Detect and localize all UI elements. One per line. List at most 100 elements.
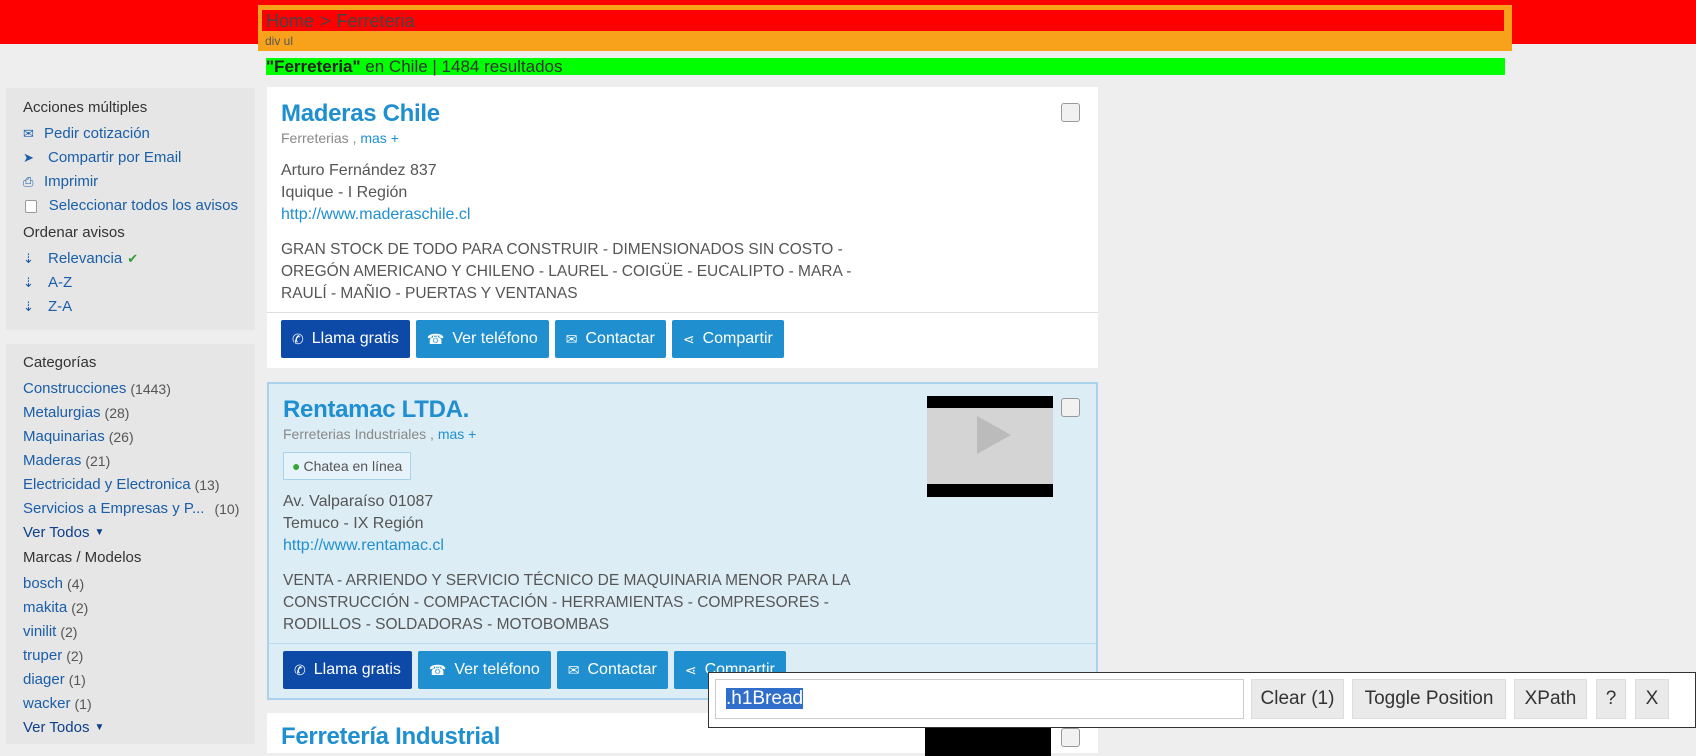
- call-free-label: Llama gratis: [311, 330, 399, 347]
- category-label: Maquinarias: [23, 428, 105, 445]
- categories-title: Categorías: [23, 354, 97, 371]
- contact-label: Contactar: [587, 661, 657, 678]
- envelope-icon: ✉: [567, 661, 580, 678]
- brands-see-all[interactable]: Ver Todos ▼: [23, 716, 238, 740]
- print-link[interactable]: ⎙ Imprimir: [23, 170, 238, 194]
- website-link[interactable]: http://www.rentamac.cl: [283, 535, 444, 557]
- sort-relevance[interactable]: ⇣ Relevancia ✔: [23, 247, 238, 271]
- listing-checkbox[interactable]: [1061, 398, 1080, 417]
- listing-checkbox[interactable]: [1061, 103, 1080, 122]
- sort-title: Ordenar avisos: [23, 224, 125, 241]
- video-thumbnail[interactable]: [925, 726, 1051, 756]
- select-all-checkbox[interactable]: [25, 199, 37, 213]
- selector-toolbar: .h1Bread Clear (1) Toggle Position XPath…: [708, 672, 1696, 728]
- chat-online-badge[interactable]: ● Chatea en línea: [283, 452, 412, 480]
- listing-category: Ferreterias Industriales , mas +: [283, 426, 476, 442]
- breadcrumb: Home > Ferreteria: [266, 10, 415, 32]
- category-item[interactable]: Maquinarias (26): [23, 425, 238, 449]
- category-text: Ferreterias Industriales ,: [283, 426, 434, 442]
- brand-label: truper: [23, 647, 63, 664]
- brand-item[interactable]: vinilit (2): [23, 620, 238, 644]
- listing-title[interactable]: Maderas Chile: [281, 100, 440, 128]
- listing-title[interactable]: Ferretería Industrial: [281, 723, 500, 751]
- see-all-label: Ver Todos: [23, 524, 90, 541]
- website-link[interactable]: http://www.maderaschile.cl: [281, 204, 470, 226]
- brand-item[interactable]: truper (2): [23, 644, 238, 668]
- listing-checkbox[interactable]: [1061, 728, 1080, 747]
- listing-card-featured: Rentamac LTDA. Ferreterias Industriales …: [267, 382, 1098, 700]
- close-button[interactable]: X: [1635, 679, 1669, 719]
- brand-count: (2): [71, 600, 89, 616]
- brand-label: diager: [23, 671, 65, 688]
- sort-alpha-asc-icon: ⇣: [23, 275, 34, 290]
- results-count: en Chile | 1484 resultados: [365, 57, 563, 76]
- telephone-icon: ☎: [426, 330, 445, 347]
- category-text: Ferreterias ,: [281, 130, 357, 146]
- brand-label: bosch: [23, 575, 64, 592]
- sort-a-z[interactable]: ⇣ A-Z: [23, 271, 238, 295]
- address-line: Arturo Fernández 837: [281, 162, 437, 179]
- more-link[interactable]: mas +: [360, 130, 399, 146]
- contact-button[interactable]: ✉ Contactar: [554, 320, 666, 358]
- brand-count: (1): [68, 672, 86, 688]
- breadcrumb-separator: >: [320, 11, 331, 31]
- results-summary: "Ferreteria" en Chile | 1484 resultados: [266, 58, 1505, 75]
- share-email-link[interactable]: ➤ Compartir por Email: [23, 146, 238, 170]
- categories-see-all[interactable]: Ver Todos ▼: [23, 521, 238, 545]
- brand-count: (2): [66, 648, 84, 664]
- more-link[interactable]: mas +: [438, 426, 477, 442]
- print-icon: ⎙: [23, 174, 34, 189]
- listing-description: GRAN STOCK DE TODO PARA CONSTRUIR - DIME…: [281, 241, 852, 302]
- sort-a-z-label: A-Z: [48, 274, 73, 291]
- online-dot-icon: ●: [292, 458, 301, 474]
- category-item[interactable]: Electricidad y Electronica (13): [23, 473, 238, 497]
- breadcrumb-home[interactable]: Home: [266, 11, 314, 31]
- view-phone-button[interactable]: ☎ Ver teléfono: [417, 651, 551, 689]
- share-label: Compartir: [702, 330, 773, 347]
- category-count: (10): [214, 501, 240, 517]
- share-button[interactable]: ⋖ Compartir: [671, 320, 784, 358]
- sort-relevance-label: Relevancia: [48, 250, 123, 267]
- contact-button[interactable]: ✉ Contactar: [556, 651, 668, 689]
- toggle-position-button[interactable]: Toggle Position: [1352, 679, 1506, 719]
- brands-title: Marcas / Modelos: [23, 549, 142, 566]
- call-free-button[interactable]: ✆ Llama gratis: [281, 320, 410, 358]
- share-icon: ⋖: [682, 330, 695, 347]
- brand-label: vinilit: [23, 623, 57, 640]
- video-thumbnail[interactable]: [927, 396, 1053, 497]
- category-item[interactable]: Metalurgias (28): [23, 401, 238, 425]
- actions-title: Acciones múltiples: [23, 99, 148, 116]
- category-label: Maderas: [23, 452, 82, 469]
- breadcrumb-current: Ferreteria: [336, 11, 415, 31]
- selector-input[interactable]: .h1Bread: [715, 679, 1244, 719]
- request-quote-label: Pedir cotización: [44, 125, 150, 142]
- brand-item[interactable]: wacker (1): [23, 692, 238, 716]
- sort-z-a[interactable]: ⇣ Z-A: [23, 295, 238, 319]
- category-label: Servicios a Empresas y P...: [23, 500, 205, 517]
- select-all-link[interactable]: Seleccionar todos los avisos: [23, 194, 238, 218]
- divider: [269, 643, 1096, 644]
- address-line: Av. Valparaíso 01087: [283, 493, 434, 510]
- breadcrumb-inner: [260, 8, 1506, 33]
- xpath-button[interactable]: XPath: [1514, 679, 1587, 719]
- brand-item[interactable]: makita (2): [23, 596, 238, 620]
- help-button[interactable]: ?: [1596, 679, 1626, 719]
- call-free-button[interactable]: ✆ Llama gratis: [283, 651, 412, 689]
- actions-panel: Acciones múltiples ✉ Pedir cotización ➤ Co…: [6, 88, 255, 330]
- category-count: (21): [85, 453, 111, 469]
- clear-button[interactable]: Clear (1): [1251, 679, 1344, 719]
- brand-item[interactable]: bosch (4): [23, 572, 238, 596]
- category-item[interactable]: Servicios a Empresas y P... (10): [23, 497, 240, 521]
- category-label: Electricidad y Electronica: [23, 476, 191, 493]
- listing-title[interactable]: Rentamac LTDA.: [283, 396, 469, 424]
- sort-amount-icon: ⇣: [23, 251, 34, 266]
- phone-icon: ✆: [294, 661, 306, 678]
- envelope-icon: ✉: [23, 126, 34, 141]
- brand-item[interactable]: diager (1): [23, 668, 238, 692]
- request-quote-link[interactable]: ✉ Pedir cotización: [23, 122, 238, 146]
- paper-plane-icon: ➤: [23, 150, 34, 165]
- view-phone-button[interactable]: ☎ Ver teléfono: [415, 320, 549, 358]
- category-item[interactable]: Construcciones (1443): [23, 377, 238, 401]
- category-item[interactable]: Maderas (21): [23, 449, 238, 473]
- sort-alpha-desc-icon: ⇣: [23, 299, 34, 314]
